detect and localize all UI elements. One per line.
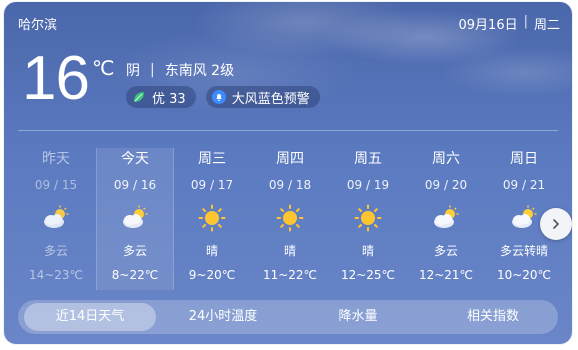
day-date: 09 / 18 xyxy=(268,178,312,192)
temperature-unit: ℃ xyxy=(92,56,115,80)
bell-icon xyxy=(211,90,226,104)
wind-text: 东南风 2级 xyxy=(164,63,235,79)
day-condition: 多云 xyxy=(43,244,68,258)
day-date: 09 / 17 xyxy=(190,178,234,192)
forecast-strip: 昨天 09 / 15 多云 14~23℃ 今天 09 / 16 多云 8~22℃… xyxy=(18,148,558,290)
day-date: 09 / 20 xyxy=(424,178,468,192)
day-condition: 多云 xyxy=(433,244,458,258)
city-name[interactable]: 哈尔滨 xyxy=(18,14,57,33)
day-temperature-range: 12~21℃ xyxy=(418,268,474,282)
tab-24-hour-temperature[interactable]: 24小时温度 xyxy=(168,300,278,334)
aqi-badge[interactable]: 优 33 xyxy=(126,86,196,108)
status-pills: 优 33 大风蓝色预警 xyxy=(126,86,320,108)
sunny-icon xyxy=(198,204,226,232)
day-temperature-range: 12~25℃ xyxy=(340,268,396,282)
weather-card: 哈尔滨 09月16日 | 周二 16 ℃ 阴 | 东南风 2级 优 33 大风蓝… xyxy=(4,2,572,344)
current-condition: 阴 | 东南风 2级 xyxy=(126,60,234,80)
day-date: 09 / 21 xyxy=(502,178,546,192)
tab-bar: 近14日天气 24小时温度 降水量 相关指数 xyxy=(18,300,558,334)
partly-cloudy-icon xyxy=(42,204,70,232)
day-date: 09 / 15 xyxy=(34,178,78,192)
partly-cloudy-icon xyxy=(432,204,460,232)
day-name: 周六 xyxy=(432,151,460,167)
day-temperature-range: 14~23℃ xyxy=(28,268,84,282)
day-name: 周五 xyxy=(354,151,382,167)
partly-cloudy-icon xyxy=(510,204,538,232)
chevron-right-icon xyxy=(550,215,562,234)
alert-label: 大风蓝色预警 xyxy=(231,91,310,107)
leaf-icon xyxy=(132,90,146,104)
current-temperature: 16 xyxy=(22,44,90,113)
day-condition: 多云转晴 xyxy=(499,244,548,258)
tab-label: 近14日天气 xyxy=(55,309,125,324)
forecast-day-sat[interactable]: 周六 09 / 20 多云 12~21℃ xyxy=(408,148,484,290)
next-days-button[interactable] xyxy=(540,208,572,240)
divider xyxy=(18,130,558,131)
day-name: 昨天 xyxy=(42,151,70,167)
weather-alert-badge[interactable]: 大风蓝色预警 xyxy=(205,86,320,108)
day-condition: 晴 xyxy=(361,244,374,258)
forecast-day-thu[interactable]: 周四 09 / 18 晴 11~22℃ xyxy=(252,148,328,290)
day-temperature-range: 8~22℃ xyxy=(111,268,159,282)
tab-related-indices[interactable]: 相关指数 xyxy=(438,300,548,334)
partly-cloudy-icon xyxy=(121,204,149,232)
day-name: 周四 xyxy=(276,151,304,167)
day-date: 09 / 16 xyxy=(113,178,157,192)
current-date: 09月16日 | 周二 xyxy=(459,14,561,33)
condition-separator: | xyxy=(150,62,155,78)
sunny-icon xyxy=(276,204,304,232)
date-separator: | xyxy=(523,14,528,29)
forecast-day-wed[interactable]: 周三 09 / 17 晴 9~20℃ xyxy=(174,148,250,290)
day-condition: 多云 xyxy=(122,244,147,258)
day-temperature-range: 9~20℃ xyxy=(188,268,236,282)
day-name: 今天 xyxy=(121,151,149,167)
forecast-day-today[interactable]: 今天 09 / 16 多云 8~22℃ xyxy=(96,148,174,290)
aqi-label: 优 33 xyxy=(152,91,186,107)
day-date: 09 / 19 xyxy=(346,178,390,192)
day-condition: 晴 xyxy=(205,244,218,258)
date-text: 09月16日 xyxy=(458,18,518,33)
forecast-day-fri[interactable]: 周五 09 / 19 晴 12~25℃ xyxy=(330,148,406,290)
day-temperature-range: 11~22℃ xyxy=(262,268,318,282)
tab-label: 相关指数 xyxy=(466,309,519,324)
tab-label: 24小时温度 xyxy=(188,309,258,324)
day-condition: 晴 xyxy=(283,244,296,258)
day-name: 周日 xyxy=(510,151,538,167)
sunny-icon xyxy=(354,204,382,232)
weekday-text: 周二 xyxy=(533,18,560,33)
tab-precipitation[interactable]: 降水量 xyxy=(308,300,408,334)
day-temperature-range: 10~20℃ xyxy=(496,268,552,282)
forecast-day-yesterday[interactable]: 昨天 09 / 15 多云 14~23℃ xyxy=(18,148,94,290)
day-name: 周三 xyxy=(198,151,226,167)
tab-14-day-weather[interactable]: 近14日天气 xyxy=(24,303,156,331)
tab-label: 降水量 xyxy=(338,309,378,324)
condition-text: 阴 xyxy=(126,63,140,79)
